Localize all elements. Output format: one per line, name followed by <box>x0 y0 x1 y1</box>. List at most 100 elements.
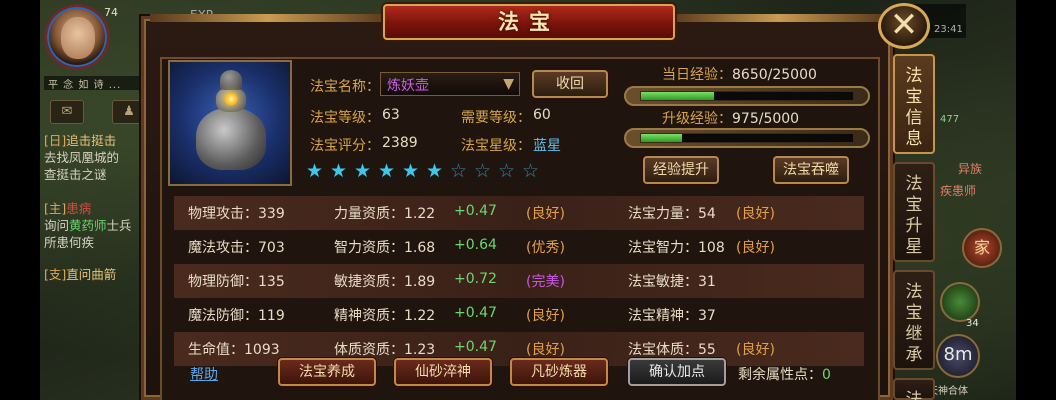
treasure-stat: 法宝体质：55 <box>628 342 716 358</box>
quest-item-side[interactable]: [支]直问曲箭 <box>44 266 154 283</box>
star-filled-icon: ★ <box>378 160 396 182</box>
stat-grade: (完美) <box>526 274 565 290</box>
table-row: 物理防御：135 敏捷资质：1.89 +0.72 (完美) 法宝敏捷：31 <box>174 264 864 298</box>
star-empty-icon: ☆ <box>498 160 516 182</box>
home-button[interactable]: 家 <box>962 228 1002 268</box>
enemy-faction-label: 异族 <box>958 162 983 176</box>
treasure-train-button[interactable]: 法宝养成 <box>278 358 376 386</box>
potion-icon[interactable] <box>940 282 980 322</box>
daily-exp-bar <box>624 86 870 106</box>
stat-aptitude: 体质资质：1.23 <box>334 342 436 358</box>
remaining-points-label: 剩余属性点： <box>738 367 822 383</box>
player-avatar[interactable] <box>44 4 110 70</box>
dialog-title: 法宝 <box>498 9 560 34</box>
required-level-label: 需要等级： <box>461 110 531 126</box>
star-empty-icon: ☆ <box>450 160 468 182</box>
treasure-stat: 法宝智力：108 <box>628 240 725 256</box>
daily-exp: 当日经验：8650/25000 <box>662 64 817 84</box>
treasure-name-label: 法宝名称： <box>310 79 380 95</box>
stat-aptitude: 力量资质：1.22 <box>334 206 436 222</box>
fairy-sand-button[interactable]: 仙砂淬神 <box>394 358 492 386</box>
upgrade-exp-bar <box>624 128 870 148</box>
quest-npc: 黄药师 <box>69 218 107 233</box>
stat-bonus: +0.72 <box>454 271 497 287</box>
collect-button[interactable]: 收回 <box>532 70 608 98</box>
treasure-score-label: 法宝评分： <box>310 138 380 154</box>
side-tab-label: 法宝升星 <box>905 174 923 257</box>
side-tab[interactable]: 法 <box>893 378 935 400</box>
star-empty-icon: ☆ <box>522 160 540 182</box>
daily-exp-label: 当日经验： <box>662 67 732 83</box>
quest-tag: [主] <box>44 201 67 216</box>
quest-item-main[interactable]: [主]患病 询问黄药师士兵 所患何疾 <box>44 200 154 251</box>
treasure-stat-grade: (良好) <box>736 206 775 222</box>
player-name: 平 念 如 诗 ... <box>44 76 150 91</box>
side-tab[interactable]: 法宝继承 <box>893 270 935 370</box>
side-level: 477 <box>940 114 960 125</box>
skill-transform-button[interactable]: 8m <box>936 334 980 378</box>
letterbox-right <box>1016 0 1056 400</box>
star-filled-icon: ★ <box>426 160 444 182</box>
quest-desc: 所患何疾 <box>44 235 95 250</box>
treasure-portrait <box>168 60 292 186</box>
stat-attribute: 魔法攻击：703 <box>188 240 285 256</box>
side-tab-label: 法宝信息 <box>905 66 923 149</box>
mortal-sand-button[interactable]: 凡砂炼器 <box>510 358 608 386</box>
title-ornament-left <box>150 14 386 22</box>
remaining-points: 剩余属性点：0 <box>738 364 831 384</box>
treasure-stat: 法宝精神：37 <box>628 308 716 324</box>
chevron-down-icon: ▼ <box>503 76 514 92</box>
treasure-score-value: 2389 <box>382 135 418 151</box>
confirm-points-button[interactable]: 确认加点 <box>628 358 726 386</box>
close-button[interactable]: ✕ <box>878 3 930 49</box>
stat-attribute: 魔法防御：119 <box>188 308 285 324</box>
side-tab[interactable]: 法宝升星 <box>893 162 935 262</box>
upgrade-exp-value: 975/5000 <box>732 111 800 127</box>
treasure-level-label: 法宝等级： <box>310 110 380 126</box>
treasure-name-select[interactable]: 炼妖壶 ▼ <box>380 72 520 96</box>
stat-aptitude: 智力资质：1.68 <box>334 240 436 256</box>
side-tab-label: 法 <box>905 390 923 400</box>
title-ornament-right <box>672 14 884 22</box>
stat-bonus: +0.64 <box>454 237 497 253</box>
star-filled-icon: ★ <box>354 160 372 182</box>
scroll-icon[interactable]: ✉ <box>50 100 84 124</box>
star-grade-value: 蓝星 <box>533 138 561 154</box>
quest-desc: 查挺击之谜 <box>44 167 107 182</box>
stat-grade: (良好) <box>526 206 565 222</box>
stat-attribute: 物理攻击：339 <box>188 206 285 222</box>
treasure-devour-button[interactable]: 法宝吞噬 <box>773 156 849 184</box>
stat-grade: (良好) <box>526 342 565 358</box>
treasure-level-value: 63 <box>382 107 400 123</box>
avatar-face <box>61 17 95 59</box>
quest-tag: [日] <box>44 133 67 148</box>
stat-aptitude: 精神资质：1.22 <box>334 308 436 324</box>
side-tab[interactable]: 法宝信息 <box>893 54 935 154</box>
stats-table: 物理攻击：339 力量资质：1.22 +0.47 (良好) 法宝力量：54 (良好) 魔法攻… <box>174 196 864 366</box>
star-rating: ★ ★ ★ ★ ★ ★ ☆ ☆ ☆ ☆ <box>306 160 546 182</box>
help-link[interactable]: 帮助 <box>190 364 218 384</box>
stat-grade: (良好) <box>526 308 565 324</box>
close-icon: ✕ <box>889 5 919 45</box>
remaining-points-value: 0 <box>822 367 831 383</box>
quest-desc: 士兵 <box>106 218 132 233</box>
home-label: 家 <box>973 238 990 257</box>
clock: 23:41 <box>934 24 963 35</box>
star-grade-label: 法宝星级： <box>461 138 531 154</box>
daily-exp-fill <box>641 92 715 100</box>
star-empty-icon: ☆ <box>474 160 492 182</box>
potion-count: 34 <box>966 318 979 329</box>
side-tab-label: 法宝继承 <box>905 282 923 365</box>
table-row: 魔法攻击：703 智力资质：1.68 +0.64 (优秀) 法宝智力：108 (良好) <box>174 230 864 264</box>
treasure-stat-grade: (良好) <box>736 240 775 256</box>
treasure-stat: 法宝敏捷：31 <box>628 274 716 290</box>
stat-bonus: +0.47 <box>454 339 497 355</box>
quest-desc: 询问 <box>44 218 70 233</box>
treasure-name-value: 炼妖壶 <box>387 78 429 94</box>
exp-boost-button[interactable]: 经验提升 <box>643 156 719 184</box>
stat-bonus: +0.47 <box>454 203 497 219</box>
quest-item-daily[interactable]: [日]追击挺击 去找凤凰城的 查挺击之谜 <box>44 132 154 183</box>
star-filled-icon: ★ <box>402 160 420 182</box>
quest-tag: [支] <box>44 267 67 282</box>
npc-name-label: 疾患师 <box>940 184 977 198</box>
